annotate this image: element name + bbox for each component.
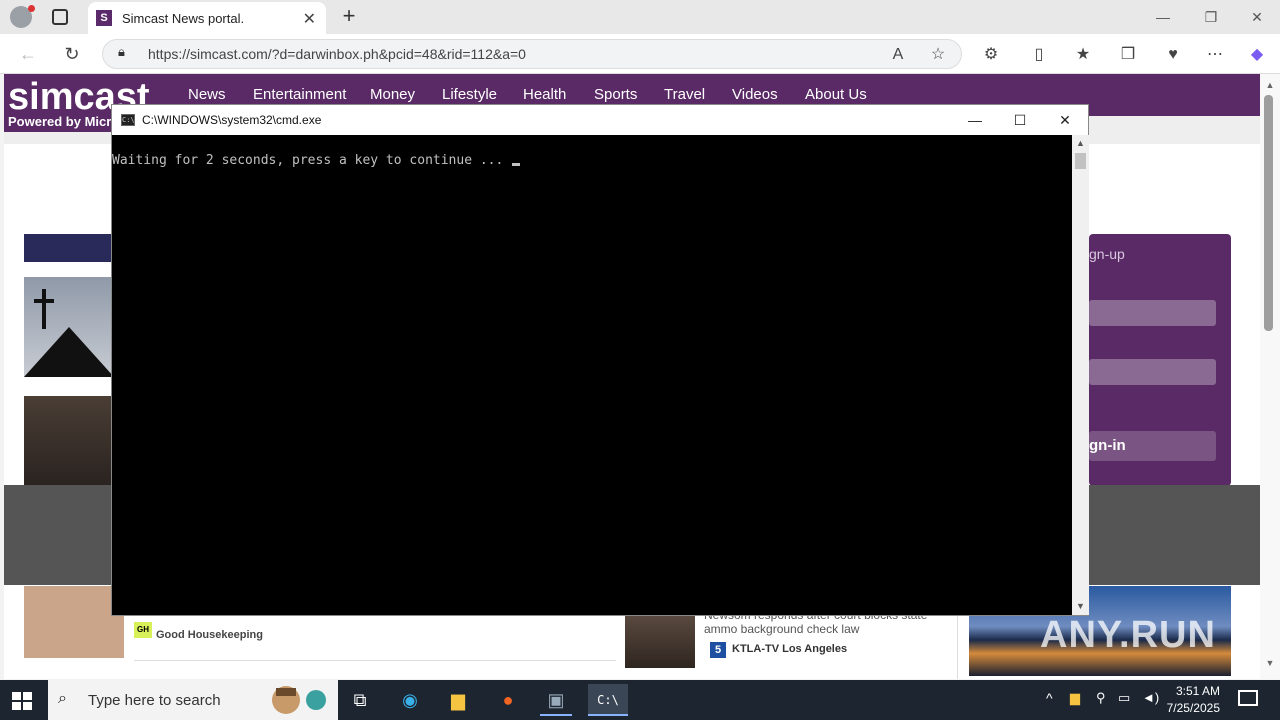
logo-subtitle: Powered by Micro [8, 114, 120, 129]
collections-icon[interactable]: ❒ [1117, 44, 1139, 66]
task-view-icon[interactable]: ⧉ [344, 684, 376, 716]
cmd-scroll-up-icon[interactable]: ▲ [1074, 138, 1087, 148]
cmd-title-bar[interactable]: C:\ C:\WINDOWS\system32\cmd.exe — ☐ ✕ [112, 105, 1088, 135]
search-highlight-illustration-icon [272, 686, 326, 714]
browser-essentials-icon[interactable]: ♥ [1162, 44, 1184, 66]
cmd-title: C:\WINDOWS\system32\cmd.exe [142, 113, 322, 127]
signin-label: gn-in [1089, 437, 1126, 454]
url-text[interactable]: https://simcast.com/?d=darwinbox.ph&pcid… [148, 46, 526, 62]
cmd-maximize-button[interactable]: ☐ [997, 105, 1043, 135]
story-image-church[interactable] [24, 277, 114, 377]
signup-heading: gn-up [1089, 246, 1125, 262]
nav-sports[interactable]: Sports [594, 86, 637, 103]
story-divider [134, 660, 616, 661]
edge-taskbar-icon[interactable]: ◉ [394, 684, 426, 716]
cmd-window[interactable]: C:\ C:\WINDOWS\system32\cmd.exe — ☐ ✕ Wa… [111, 104, 1089, 616]
page-scrollbar-thumb[interactable] [1264, 95, 1273, 331]
cmd-scrollbar-thumb[interactable] [1075, 153, 1086, 169]
cmd-close-button[interactable]: ✕ [1042, 105, 1088, 135]
ktla-logo-icon: 5 [710, 642, 726, 658]
tab-title: Simcast News portal. [122, 10, 245, 26]
lock-icon[interactable]: 🔒︎ [118, 44, 132, 62]
copilot-icon[interactable]: ◆ [1246, 44, 1268, 66]
signup-input-2[interactable] [1089, 359, 1216, 385]
story-image-portrait[interactable] [24, 396, 114, 486]
clock-time[interactable]: 3:51 AM [1160, 684, 1220, 698]
taskbar-search-placeholder[interactable]: Type here to search [88, 692, 221, 709]
scroll-up-arrow-icon[interactable]: ▲ [1262, 80, 1278, 90]
new-tab-button[interactable]: + [338, 4, 360, 30]
profile-notification-dot [28, 5, 35, 12]
back-button[interactable]: ← [16, 42, 40, 66]
split-screen-icon[interactable]: ▯ [1028, 44, 1050, 66]
cmd-scrollbar[interactable] [1072, 135, 1089, 615]
story-image-host[interactable] [24, 586, 124, 658]
notification-center-icon[interactable] [1238, 690, 1258, 706]
windows-start-icon[interactable] [12, 692, 32, 710]
cmd-taskbar-icon[interactable]: C:\ [588, 684, 628, 716]
cmd-cursor [512, 163, 520, 166]
site-favicon-icon: S [96, 10, 112, 26]
browser-close-button[interactable]: ✕ [1234, 4, 1280, 30]
tray-security-icon[interactable]: ⚲ [1096, 690, 1106, 706]
good-housekeeping-logo: GH [134, 622, 152, 638]
settings-more-icon[interactable]: ⋯ [1204, 44, 1226, 66]
browser-tab-active[interactable]: S Simcast News portal. ✕ [88, 2, 326, 34]
story-source-label-2[interactable]: KTLA-TV Los Angeles [732, 643, 847, 655]
clock-date[interactable]: 7/25/2025 [1154, 701, 1220, 715]
read-aloud-icon[interactable]: A [887, 44, 909, 66]
cmd-scroll-down-icon[interactable]: ▼ [1074, 601, 1087, 611]
story-image-newsom[interactable] [625, 614, 695, 668]
search-icon: ⌕ [58, 690, 67, 707]
nav-videos[interactable]: Videos [732, 86, 778, 103]
story-source-label[interactable]: Good Housekeeping [156, 629, 263, 641]
section-header-bar [24, 234, 114, 262]
tab-close-icon[interactable]: ✕ [303, 9, 316, 29]
cmd-minimize-button[interactable]: — [952, 105, 998, 135]
signup-input-1[interactable] [1089, 300, 1216, 326]
signin-button[interactable]: gn-in [1089, 431, 1216, 461]
nav-money[interactable]: Money [370, 86, 415, 103]
nav-news[interactable]: News [188, 86, 226, 103]
nav-travel[interactable]: Travel [664, 86, 705, 103]
firefox-icon[interactable]: ● [492, 684, 524, 716]
nav-lifestyle[interactable]: Lifestyle [442, 86, 497, 103]
browser-restore-button[interactable]: ❐ [1188, 4, 1234, 30]
file-explorer-icon[interactable]: ▆ [442, 684, 474, 716]
nav-about-us[interactable]: About Us [805, 86, 867, 103]
favorites-icon[interactable]: ★ [1072, 44, 1094, 66]
cmd-output: Waiting for 2 seconds, press a key to co… [112, 153, 504, 168]
tray-folder-icon[interactable]: ▆ [1070, 690, 1080, 706]
control-panel-icon[interactable]: ▣ [540, 684, 572, 716]
watermark-text: ANY.RUN [1040, 614, 1216, 656]
extensions-icon[interactable]: ⚙ [980, 44, 1002, 66]
tray-overflow-chevron-icon[interactable]: ^ [1046, 690, 1053, 706]
scroll-down-arrow-icon[interactable]: ▼ [1262, 658, 1278, 668]
refresh-button[interactable]: ↻ [60, 42, 84, 66]
cmd-app-icon: C:\ [121, 114, 135, 126]
network-icon[interactable]: ▭ [1118, 690, 1130, 706]
favorite-star-icon[interactable]: ☆ [927, 44, 949, 66]
tab-actions-icon[interactable] [52, 9, 68, 25]
browser-minimize-button[interactable]: — [1140, 4, 1186, 30]
nav-entertainment[interactable]: Entertainment [253, 86, 346, 103]
nav-health[interactable]: Health [523, 86, 566, 103]
